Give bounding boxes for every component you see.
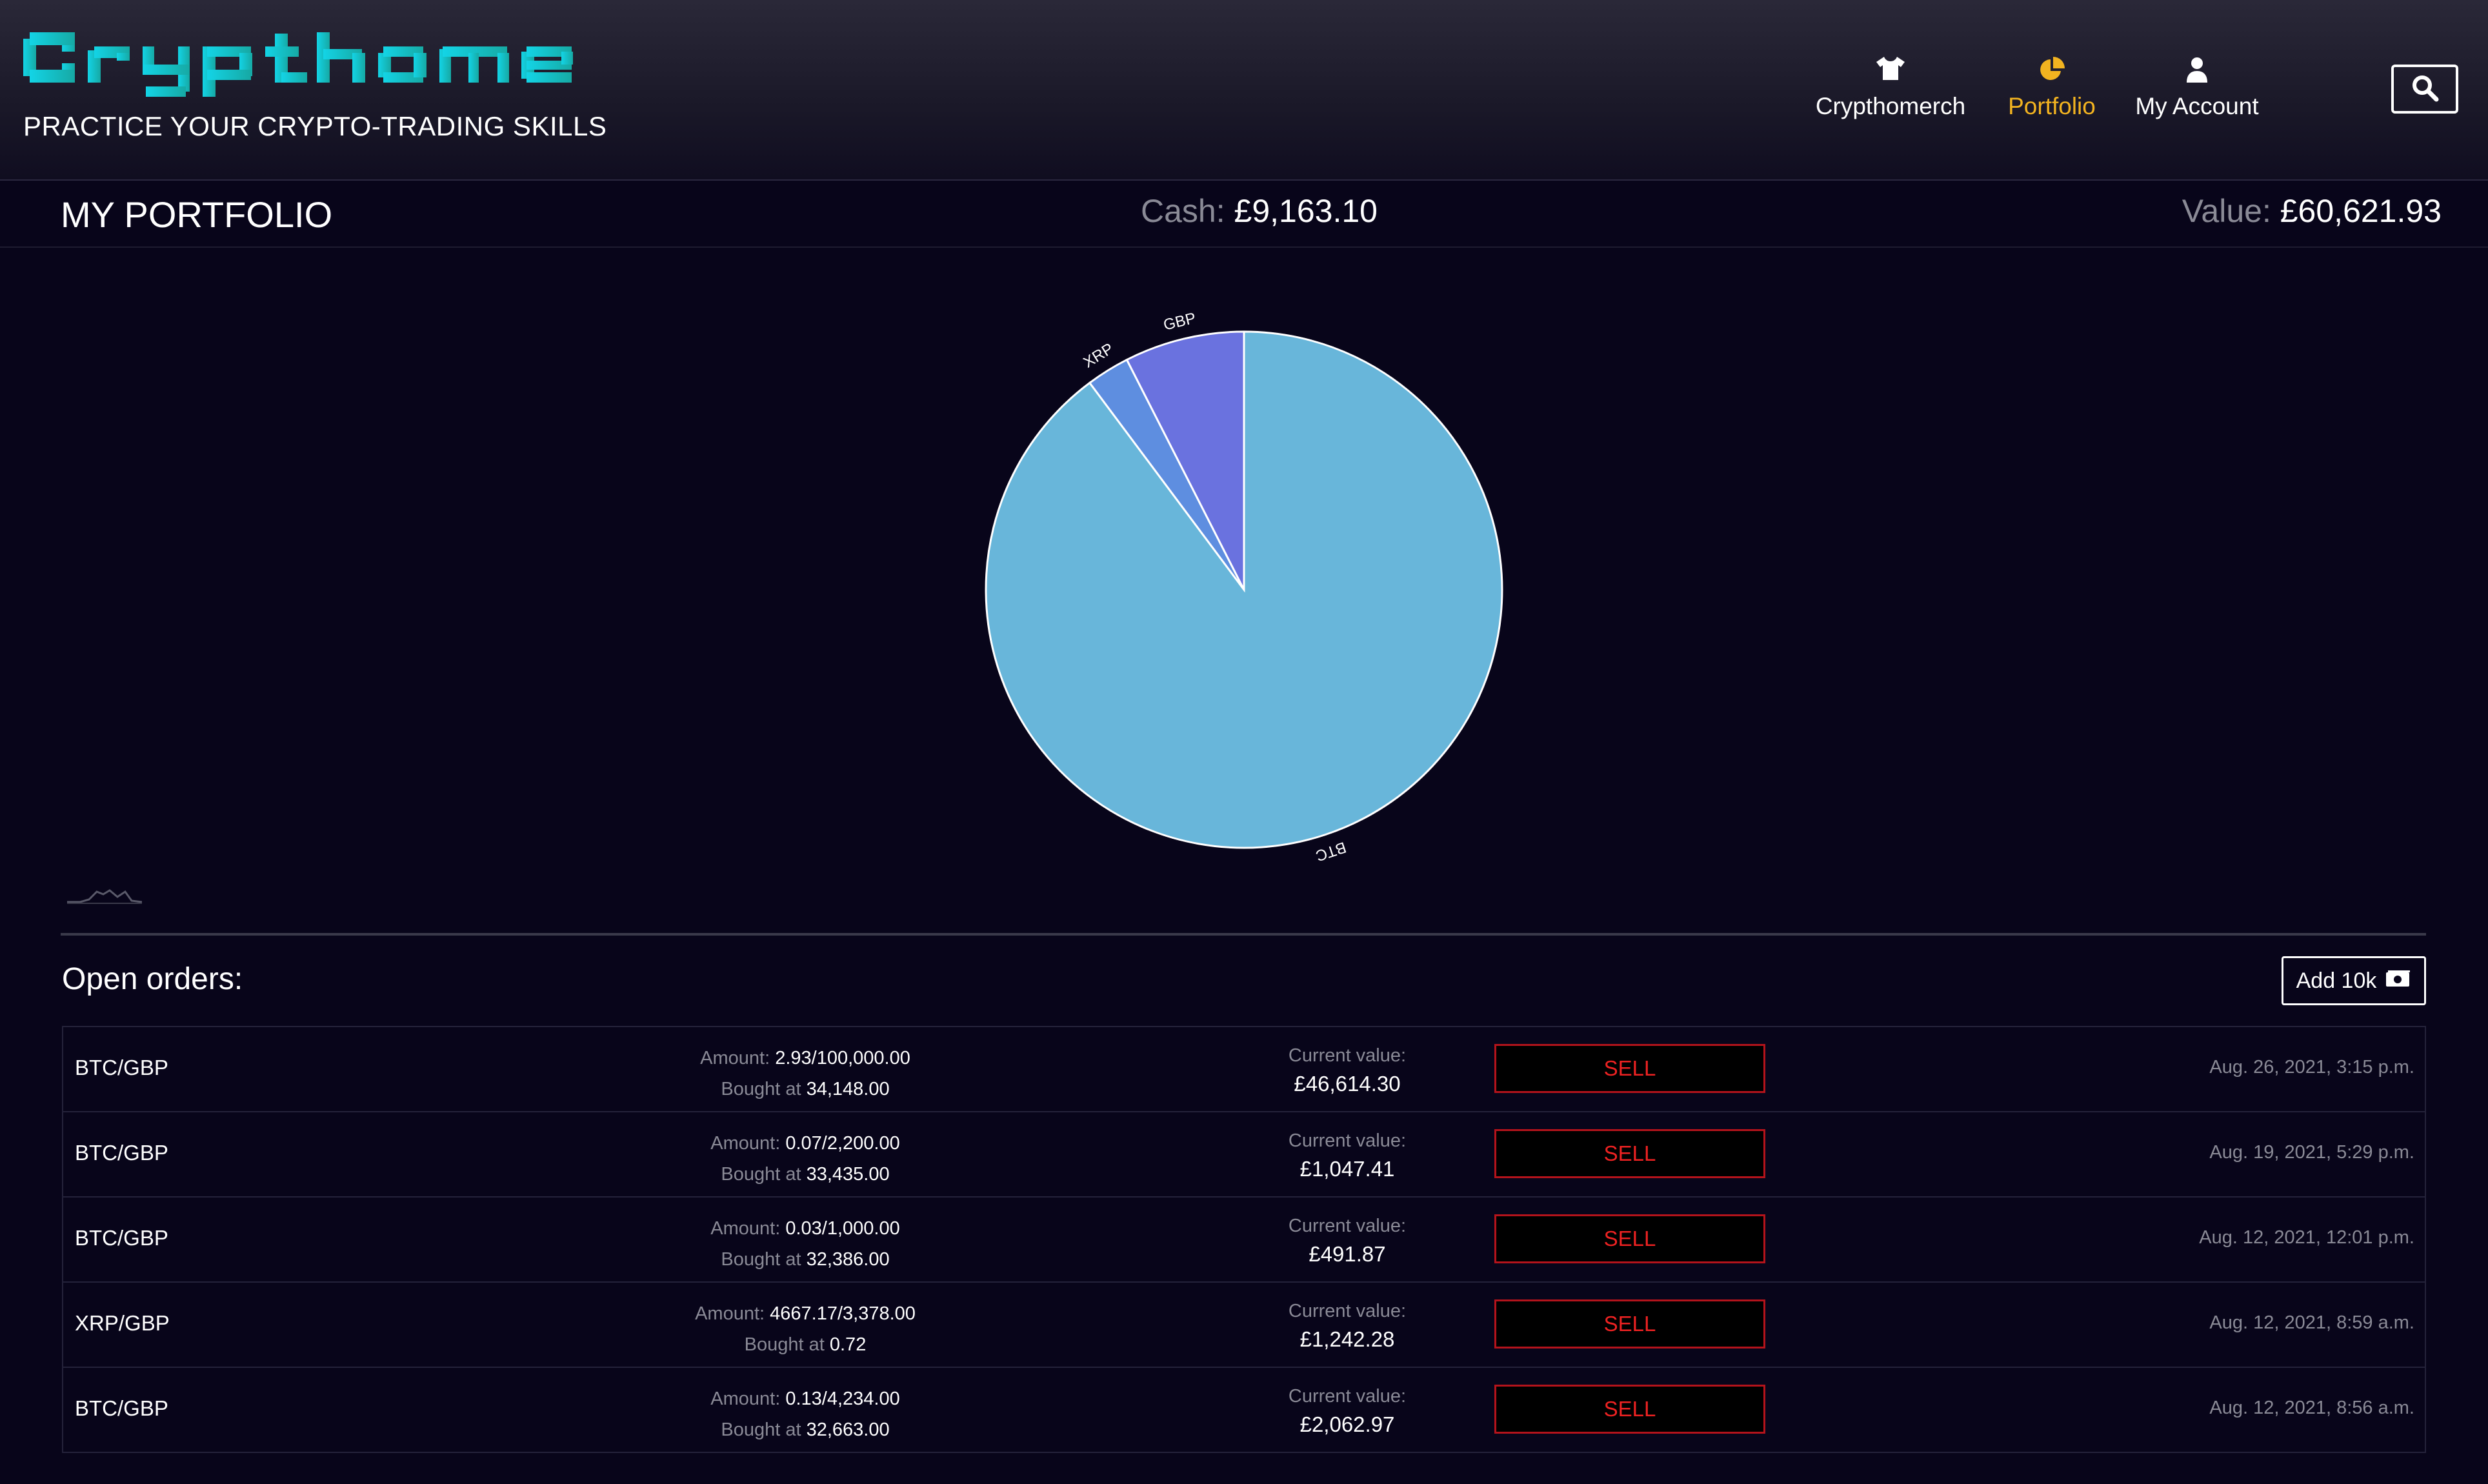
order-amount-block: Amount: 2.93/100,000.00 Bought at 34,148.… bbox=[599, 1043, 1012, 1105]
nav-my-account[interactable]: My Account bbox=[2129, 55, 2265, 120]
order-date: Aug. 26, 2021, 3:15 p.m. bbox=[2209, 1057, 2414, 1078]
sparkline-icon bbox=[67, 885, 143, 908]
current-value-label: Current value: bbox=[1288, 1216, 1407, 1236]
amount-value: 0.07/2,200.00 bbox=[785, 1133, 900, 1154]
bought-at-value: 34,148.00 bbox=[806, 1079, 890, 1099]
nav-my-account-label: My Account bbox=[2135, 93, 2259, 119]
sell-button[interactable]: SELL bbox=[1494, 1044, 1765, 1093]
pie-chart-icon bbox=[2000, 55, 2103, 84]
amount-label: Amount: bbox=[710, 1389, 786, 1409]
add-10k-button[interactable]: Add 10k bbox=[2282, 956, 2426, 1005]
sell-button[interactable]: SELL bbox=[1494, 1214, 1765, 1263]
portfolio-pie-chart: BTC XRP GBP bbox=[985, 310, 1503, 865]
top-header: PRACTICE YOUR CRYPTO-TRADING SKILLS Cryp… bbox=[0, 0, 2488, 181]
current-value-block: Current value: £1,047.41 bbox=[1154, 1127, 1541, 1183]
current-value-block: Current value: £1,242.28 bbox=[1154, 1297, 1541, 1354]
amount-value: 0.03/1,000.00 bbox=[785, 1218, 900, 1239]
value-amount: £60,621.93 bbox=[2280, 193, 2442, 229]
cash-balance: Cash: £9,163.10 bbox=[1141, 192, 1378, 230]
bought-at-value: 33,435.00 bbox=[806, 1164, 890, 1185]
order-pair: BTC/GBP bbox=[75, 1226, 168, 1250]
site-logo[interactable] bbox=[23, 27, 597, 101]
amount-label: Amount: bbox=[700, 1048, 776, 1068]
order-pair: BTC/GBP bbox=[75, 1396, 168, 1420]
nav-portfolio[interactable]: Portfolio bbox=[2000, 55, 2103, 120]
current-value-block: Current value: £46,614.30 bbox=[1154, 1041, 1541, 1098]
order-row: BTC/GBP Amount: 0.07/2,200.00 Bought at 33… bbox=[63, 1112, 2425, 1198]
nav-crypthomerch-label: Crypthomerch bbox=[1815, 93, 1966, 119]
order-row: BTC/GBP Amount: 0.03/1,000.00 Bought at 32… bbox=[63, 1198, 2425, 1283]
value-label: Value: bbox=[2182, 193, 2271, 229]
order-row: XRP/GBP Amount: 4667.17/3,378.00 Bought at… bbox=[63, 1283, 2425, 1368]
user-icon bbox=[2129, 55, 2265, 84]
chart-area: BTC XRP GBP bbox=[0, 248, 2488, 932]
sell-button[interactable]: SELL bbox=[1494, 1299, 1765, 1349]
order-date: Aug. 12, 2021, 12:01 p.m. bbox=[2199, 1227, 2414, 1248]
bought-at-value: 32,386.00 bbox=[806, 1249, 890, 1270]
bought-at-label: Bought at bbox=[721, 1164, 807, 1185]
amount-label: Amount: bbox=[710, 1133, 786, 1154]
current-value: £46,614.30 bbox=[1294, 1072, 1401, 1096]
order-row: BTC/GBP Amount: 0.13/4,234.00 Bought at 32… bbox=[63, 1368, 2425, 1452]
pie-label-gbp: GBP bbox=[1161, 310, 1198, 334]
pie-label-btc: BTC bbox=[1314, 838, 1349, 865]
search-icon bbox=[2411, 74, 2439, 105]
page-title: MY PORTFOLIO bbox=[61, 194, 333, 235]
current-value-label: Current value: bbox=[1288, 1045, 1407, 1066]
cash-value: £9,163.10 bbox=[1234, 193, 1378, 229]
order-amount-block: Amount: 0.13/4,234.00 Bought at 32,663.00 bbox=[599, 1383, 1012, 1445]
money-icon bbox=[2385, 968, 2411, 994]
current-value-block: Current value: £491.87 bbox=[1154, 1212, 1541, 1268]
order-amount-block: Amount: 0.03/1,000.00 Bought at 32,386.00 bbox=[599, 1213, 1012, 1275]
amount-value: 4667.17/3,378.00 bbox=[770, 1303, 916, 1324]
current-value-block: Current value: £2,062.97 bbox=[1154, 1382, 1541, 1439]
pie-label-xrp: XRP bbox=[1080, 340, 1116, 372]
amount-label: Amount: bbox=[695, 1303, 770, 1324]
bought-at-label: Bought at bbox=[721, 1249, 807, 1270]
bought-at-value: 32,663.00 bbox=[806, 1419, 890, 1440]
current-value: £491.87 bbox=[1309, 1242, 1386, 1266]
order-pair: BTC/GBP bbox=[75, 1141, 168, 1165]
amount-value: 0.13/4,234.00 bbox=[785, 1389, 900, 1409]
bought-at-label: Bought at bbox=[744, 1334, 830, 1355]
bought-at-label: Bought at bbox=[721, 1079, 807, 1099]
current-value: £1,047.41 bbox=[1299, 1157, 1395, 1181]
cash-label: Cash: bbox=[1141, 193, 1225, 229]
order-amount-block: Amount: 0.07/2,200.00 Bought at 33,435.00 bbox=[599, 1128, 1012, 1190]
order-date: Aug. 19, 2021, 5:29 p.m. bbox=[2209, 1142, 2414, 1163]
bought-at-label: Bought at bbox=[721, 1419, 807, 1440]
nav-crypthomerch[interactable]: Crypthomerch bbox=[1813, 55, 1968, 120]
section-divider bbox=[61, 933, 2426, 936]
amount-label: Amount: bbox=[710, 1218, 786, 1239]
current-value: £2,062.97 bbox=[1299, 1412, 1395, 1436]
current-value-label: Current value: bbox=[1288, 1130, 1407, 1151]
open-orders-table: BTC/GBP Amount: 2.93/100,000.00 Bought at … bbox=[62, 1026, 2426, 1453]
current-value: £1,242.28 bbox=[1299, 1327, 1395, 1351]
tshirt-icon bbox=[1813, 55, 1968, 84]
order-date: Aug. 12, 2021, 8:59 a.m. bbox=[2209, 1312, 2414, 1333]
current-value-label: Current value: bbox=[1288, 1386, 1407, 1407]
order-amount-block: Amount: 4667.17/3,378.00 Bought at 0.72 bbox=[599, 1298, 1012, 1360]
add-10k-label: Add 10k bbox=[2296, 968, 2377, 993]
order-pair: XRP/GBP bbox=[75, 1311, 170, 1335]
search-button[interactable] bbox=[2391, 65, 2458, 114]
portfolio-value: Value: £60,621.93 bbox=[2182, 192, 2442, 230]
tagline: PRACTICE YOUR CRYPTO-TRADING SKILLS bbox=[23, 111, 607, 141]
portfolio-summary-bar: MY PORTFOLIO Cash: £9,163.10 Value: £60,… bbox=[0, 181, 2488, 248]
order-date: Aug. 12, 2021, 8:56 a.m. bbox=[2209, 1398, 2414, 1418]
open-orders-title: Open orders: bbox=[62, 962, 243, 996]
sell-button[interactable]: SELL bbox=[1494, 1129, 1765, 1178]
amount-value: 2.93/100,000.00 bbox=[775, 1048, 910, 1068]
sell-button[interactable]: SELL bbox=[1494, 1385, 1765, 1434]
nav-portfolio-label: Portfolio bbox=[2008, 93, 2096, 119]
current-value-label: Current value: bbox=[1288, 1301, 1407, 1321]
bought-at-value: 0.72 bbox=[829, 1334, 867, 1355]
order-row: BTC/GBP Amount: 2.93/100,000.00 Bought at … bbox=[63, 1027, 2425, 1112]
order-pair: BTC/GBP bbox=[75, 1056, 168, 1079]
